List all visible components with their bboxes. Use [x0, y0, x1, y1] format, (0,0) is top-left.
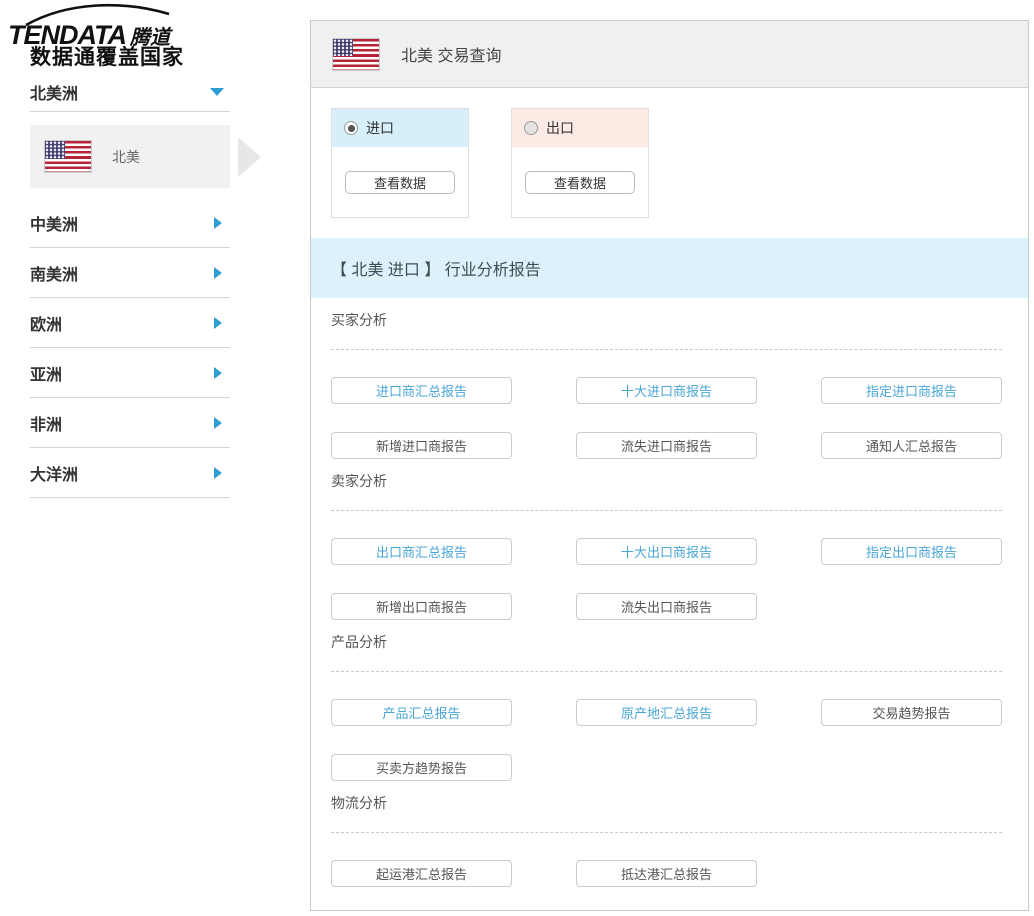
report-button-new-exporters[interactable]: 新增出口商报告: [331, 593, 512, 620]
sidebar-item-label: 中美洲: [30, 211, 78, 235]
tendata-logo: TENDATA腾道 数据通覆盖国家: [0, 0, 310, 64]
section-title: 产品分析: [331, 632, 1002, 652]
seller-analysis-section: 卖家分析 出口商汇总报告 十大出口商报告 指定出口商报告 新增出口商报告 流失出…: [331, 471, 1002, 620]
region-menu: 北美洲 北美 中美洲 南美洲 欧洲 亚洲: [30, 72, 230, 498]
chevron-right-icon: [214, 367, 222, 379]
buyer-analysis-section: 买家分析 进口商汇总报告 十大进口商报告 指定进口商报告 新增进口商报告 流失进…: [331, 310, 1002, 459]
report-button-trade-trend[interactable]: 交易趋势报告: [821, 699, 1002, 726]
sidebar-item-label: 大洋洲: [30, 461, 78, 485]
export-option-header: 出口: [512, 109, 648, 147]
export-option-card: 出口 查看数据: [511, 108, 649, 218]
report-button-specified-exporter[interactable]: 指定出口商报告: [821, 538, 1002, 565]
sidebar-item-label: 欧洲: [30, 311, 62, 335]
us-flag-icon: [332, 38, 380, 71]
report-button-top10-exporters[interactable]: 十大出口商报告: [576, 538, 757, 565]
report-button-grid: 产品汇总报告 原产地汇总报告 交易趋势报告 买卖方趋势报告: [331, 699, 1002, 781]
sidebar-item-europe[interactable]: 欧洲: [30, 298, 230, 348]
sidebar-item-oceania[interactable]: 大洋洲: [30, 448, 230, 498]
chevron-right-icon: [214, 217, 222, 229]
report-button-top10-importers[interactable]: 十大进口商报告: [576, 377, 757, 404]
report-button-specified-importer[interactable]: 指定进口商报告: [821, 377, 1002, 404]
sidebar-item-asia[interactable]: 亚洲: [30, 348, 230, 398]
report-button-new-importers[interactable]: 新增进口商报告: [331, 432, 512, 459]
report-button-origin-summary[interactable]: 原产地汇总报告: [576, 699, 757, 726]
product-analysis-section: 产品分析 产品汇总报告 原产地汇总报告 交易趋势报告 买卖方趋势报告: [331, 632, 1002, 781]
app-root: TENDATA腾道 数据通覆盖国家 北美洲 北美 中美洲 南美洲: [0, 0, 1034, 916]
logo-tagline: 数据通覆盖国家: [30, 41, 184, 71]
dashed-divider: [331, 349, 1002, 350]
import-label: 进口: [366, 118, 394, 138]
sidebar-item-africa[interactable]: 非洲: [30, 398, 230, 448]
sidebar-item-central-america[interactable]: 中美洲: [30, 198, 230, 248]
report-content: 买家分析 进口商汇总报告 十大进口商报告 指定进口商报告 新增进口商报告 流失进…: [311, 310, 1028, 887]
report-button-buyer-seller-trend[interactable]: 买卖方趋势报告: [331, 754, 512, 781]
report-button-grid: 进口商汇总报告 十大进口商报告 指定进口商报告 新增进口商报告 流失进口商报告 …: [331, 377, 1002, 459]
selected-pointer-icon: [238, 137, 261, 177]
sidebar-country-north-america[interactable]: 北美: [30, 125, 230, 188]
report-button-importer-summary[interactable]: 进口商汇总报告: [331, 377, 512, 404]
report-button-notify-party-summary[interactable]: 通知人汇总报告: [821, 432, 1002, 459]
import-radio[interactable]: [344, 121, 358, 135]
page-title: 北美 交易查询: [401, 42, 501, 66]
section-title: 买家分析: [331, 310, 1002, 330]
report-button-grid: 出口商汇总报告 十大出口商报告 指定出口商报告 新增出口商报告 流失出口商报告: [331, 538, 1002, 620]
sidebar-item-label: 北美洲: [30, 80, 78, 104]
sidebar-item-south-america[interactable]: 南美洲: [30, 248, 230, 298]
report-button-arrival-port-summary[interactable]: 抵达港汇总报告: [576, 860, 757, 887]
import-option-body: 查看数据: [332, 147, 468, 194]
logistics-analysis-section: 物流分析 起运港汇总报告 抵达港汇总报告: [331, 793, 1002, 887]
country-label: 北美: [112, 147, 140, 167]
report-button-lost-importers[interactable]: 流失进口商报告: [576, 432, 757, 459]
report-button-exporter-summary[interactable]: 出口商汇总报告: [331, 538, 512, 565]
dashed-divider: [331, 510, 1002, 511]
sidebar-item-label: 非洲: [30, 411, 62, 435]
export-option-body: 查看数据: [512, 147, 648, 194]
import-view-data-button[interactable]: 查看数据: [345, 171, 455, 194]
sidebar-item-north-america-region[interactable]: 北美洲: [30, 72, 230, 112]
chevron-right-icon: [214, 467, 222, 479]
import-option-header: 进口: [332, 109, 468, 147]
chevron-right-icon: [214, 317, 222, 329]
panel-header: 北美 交易查询: [311, 21, 1028, 88]
section-title: 卖家分析: [331, 471, 1002, 491]
dashed-divider: [331, 671, 1002, 672]
section-banner: 【 北美 进口 】 行业分析报告: [311, 238, 1028, 298]
report-button-lost-exporters[interactable]: 流失出口商报告: [576, 593, 757, 620]
report-button-loading-port-summary[interactable]: 起运港汇总报告: [331, 860, 512, 887]
us-flag-icon: [44, 140, 92, 173]
report-button-product-summary[interactable]: 产品汇总报告: [331, 699, 512, 726]
sidebar-item-label: 亚洲: [30, 361, 62, 385]
export-view-data-button[interactable]: 查看数据: [525, 171, 635, 194]
sidebar-item-label: 南美洲: [30, 261, 78, 285]
export-radio[interactable]: [524, 121, 538, 135]
sidebar: TENDATA腾道 数据通覆盖国家 北美洲 北美 中美洲 南美洲: [0, 0, 310, 64]
section-title: 物流分析: [331, 793, 1002, 813]
export-label: 出口: [546, 118, 574, 138]
trade-direction-row: 进口 查看数据 出口 查看数据: [311, 88, 1028, 218]
chevron-right-icon: [214, 417, 222, 429]
chevron-down-icon: [210, 88, 224, 96]
import-option-card: 进口 查看数据: [331, 108, 469, 218]
chevron-right-icon: [214, 267, 222, 279]
report-button-grid: 起运港汇总报告 抵达港汇总报告: [331, 860, 1002, 887]
dashed-divider: [331, 832, 1002, 833]
main-panel: 北美 交易查询 进口 查看数据 出口 查看数据: [310, 20, 1029, 911]
